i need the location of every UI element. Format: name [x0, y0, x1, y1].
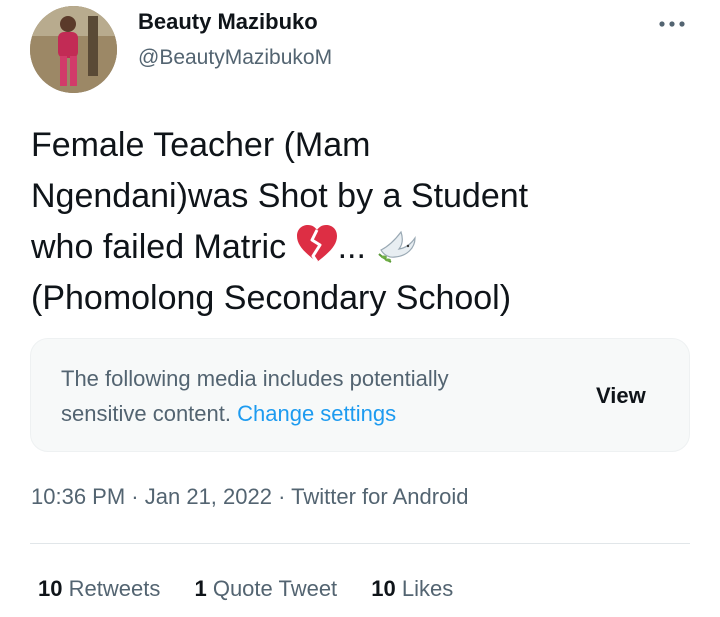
warning-line-2: sensitive content.	[61, 401, 231, 426]
meta-separator: ·	[278, 484, 286, 509]
likes-stat[interactable]: 10 Likes	[371, 576, 453, 602]
tweet-line: Female Teacher (Mam	[31, 126, 371, 164]
sensitive-warning-text: The following media includes potentially…	[61, 361, 541, 431]
tweet-source: Twitter for Android	[291, 484, 469, 509]
broken-heart-icon	[296, 225, 337, 263]
ellipsis: ...	[337, 228, 366, 266]
meta-separator: ·	[131, 484, 139, 509]
engagement-stats: 10 Retweets 1 Quote Tweet 10 Likes	[38, 576, 481, 602]
tweet-line: who failed Matric ...	[31, 222, 681, 273]
likes-label: Likes	[401, 576, 454, 601]
quote-tweets-stat[interactable]: 1 Quote Tweet	[194, 576, 337, 602]
avatar-photo	[30, 6, 117, 93]
tweet-line: Ngendani)was Shot by a Student	[31, 177, 529, 215]
tweet-meta: 10:36 PM · Jan 21, 2022 · Twitter for An…	[31, 484, 468, 510]
tweet-time[interactable]: 10:36 PM	[31, 484, 125, 509]
dove-icon	[378, 230, 416, 263]
tweet-line: (Phomolong Secondary School)	[31, 279, 512, 317]
author-handle[interactable]: @BeautyMazibukoM	[138, 46, 332, 70]
warning-line-1: The following media includes potentially	[61, 366, 449, 391]
retweets-label: Retweets	[68, 576, 161, 601]
view-button[interactable]: View	[596, 383, 646, 409]
divider	[30, 543, 690, 544]
quotes-label: Quote Tweet	[212, 576, 338, 601]
more-options-icon[interactable]	[656, 14, 688, 34]
quotes-count: 1	[194, 576, 207, 601]
author-name[interactable]: Beauty Mazibuko	[138, 9, 318, 35]
change-settings-link[interactable]: Change settings	[237, 401, 396, 426]
tweet-line-text: who failed Matric	[31, 228, 287, 266]
tweet-text: Female Teacher (Mam Ngendani)was Shot by…	[31, 120, 681, 324]
tweet-date[interactable]: Jan 21, 2022	[145, 484, 272, 509]
sensitive-media-warning: The following media includes potentially…	[30, 338, 690, 452]
avatar[interactable]	[30, 6, 117, 93]
retweets-count: 10	[38, 576, 63, 601]
retweets-stat[interactable]: 10 Retweets	[38, 576, 160, 602]
likes-count: 10	[371, 576, 396, 601]
